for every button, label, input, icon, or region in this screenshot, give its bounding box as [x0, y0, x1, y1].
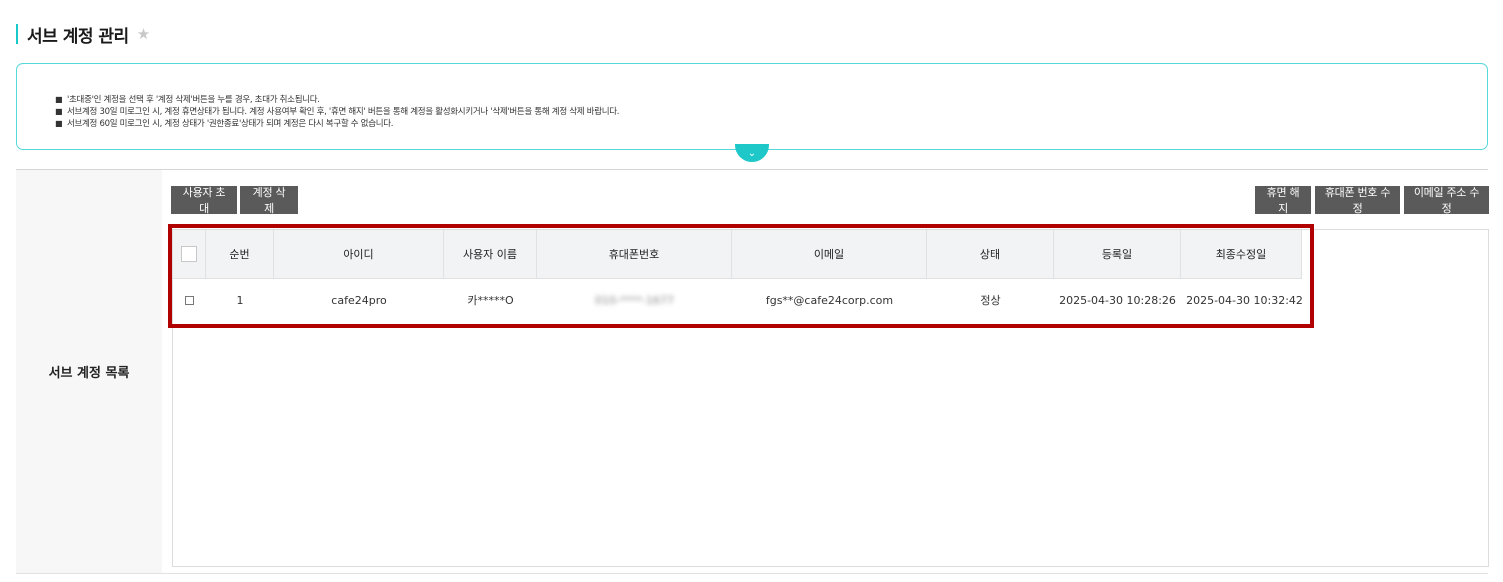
row-number: 1	[236, 293, 244, 307]
select-all-checkbox[interactable]	[181, 246, 197, 262]
notice-expand-toggle[interactable]: ⌄	[735, 144, 769, 162]
grid-header: 순번 아이디 사용자 이름 휴대폰번호 이메일 상태 등록일 최종수정일	[173, 230, 1302, 279]
page: 서브 계정 관리 ★ ■ '초대중'인 계정을 선택 후 '계정 삭제'버튼을 누…	[0, 0, 1503, 582]
notice-item: ■ '초대중'인 계정을 선택 후 '계정 삭제'버튼을 누를 경우, 초대가 취…	[55, 95, 320, 105]
row-checkbox-cell	[173, 278, 206, 322]
column-header[interactable]: 휴대폰번호	[537, 230, 732, 278]
row-checkbox[interactable]	[185, 295, 194, 305]
edit-phone-button[interactable]: 휴대폰 번호 수정	[1315, 186, 1400, 215]
section-bottom-divider	[16, 573, 1488, 574]
invite-user-button[interactable]: 사용자 초대	[171, 186, 237, 215]
column-header[interactable]: 사용자 이름	[444, 230, 537, 278]
row-registered-date: 2025-04-30 10:28:26	[1059, 293, 1176, 307]
column-header[interactable]: 등록일	[1054, 230, 1181, 278]
bullet-icon: ■	[55, 119, 63, 128]
header-checkbox-cell	[173, 230, 206, 278]
row-email: fgs**@cafe24corp.com	[765, 293, 894, 307]
notice-list: ■ '초대중'인 계정을 선택 후 '계정 삭제'버튼을 누를 경우, 초대가 취…	[17, 64, 1487, 130]
release-dormant-button[interactable]: 휴면 해지	[1255, 186, 1311, 215]
row-status: 정상	[980, 294, 1001, 307]
notice-item: ■ 서브계정 30일 미로그인 시, 계정 휴면상태가 됩니다. 계정 사용여부 …	[55, 107, 620, 117]
bullet-icon: ■	[55, 107, 63, 116]
section-label: 서브 계정 목록	[48, 366, 130, 381]
section-divider	[16, 169, 1488, 170]
bullet-icon: ■	[55, 95, 63, 104]
row-phone: 010-****-1677	[595, 293, 674, 307]
notice-box: ■ '초대중'인 계정을 선택 후 '계정 삭제'버튼을 누를 경우, 초대가 취…	[16, 63, 1488, 150]
row-user-id[interactable]: cafe24pro	[274, 278, 444, 322]
notice-item: ■ 서브계정 60일 미로그인 시, 계정 상태가 '권한종료'상태가 되며 계정…	[55, 119, 394, 129]
column-header[interactable]: 순번	[206, 230, 274, 278]
row-user-name: 카*****O	[467, 294, 514, 307]
title-bar: 서브 계정 관리 ★	[16, 22, 150, 47]
column-header[interactable]: 아이디	[274, 230, 444, 278]
chevron-down-icon: ⌄	[747, 148, 757, 159]
title-accent-bar	[16, 24, 18, 44]
section-label-column: 서브 계정 목록	[16, 170, 162, 573]
column-header[interactable]: 상태	[927, 230, 1054, 278]
edit-email-button[interactable]: 이메일 주소 수정	[1404, 186, 1489, 215]
column-header[interactable]: 이메일	[732, 230, 927, 278]
column-header[interactable]: 최종수정일	[1181, 230, 1302, 278]
delete-account-button[interactable]: 계정 삭제	[240, 186, 298, 215]
row-modified-date: 2025-04-30 10:32:42	[1186, 293, 1303, 307]
favorite-star-icon[interactable]: ★	[137, 25, 150, 43]
page-title: 서브 계정 관리	[27, 26, 129, 47]
